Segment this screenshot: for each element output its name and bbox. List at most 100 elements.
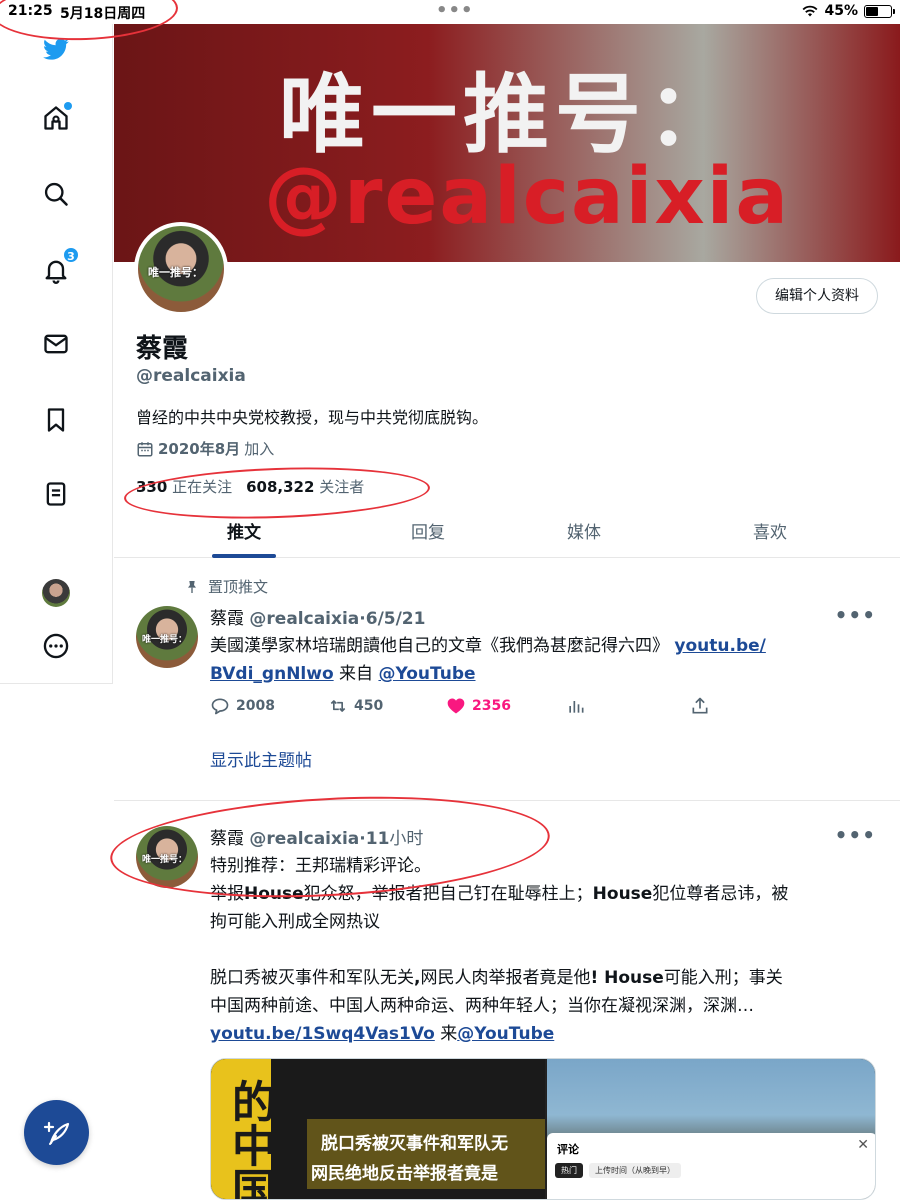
tweet-actions: 2008 450 2356 bbox=[210, 696, 730, 720]
avatar-overlay-text: 唯一推号： bbox=[148, 266, 203, 279]
notifications-badge: 3 bbox=[62, 246, 80, 264]
tab-tweets[interactable]: 推文 bbox=[198, 514, 290, 558]
battery-icon bbox=[864, 4, 895, 18]
tweet-more-icon[interactable]: ••• bbox=[835, 823, 876, 847]
multitask-dots-icon[interactable]: ••• bbox=[436, 0, 474, 21]
comments-title: 评论 bbox=[557, 1143, 579, 1156]
reply-count: 2008 bbox=[236, 698, 275, 714]
tab-replies[interactable]: 回复 bbox=[382, 514, 474, 558]
status-time: 21:25 bbox=[8, 3, 53, 19]
tweet-fragment: House bbox=[244, 884, 304, 904]
retweet-button[interactable]: 450 bbox=[328, 696, 383, 716]
thumbnail-headline-2: 网民绝地反击举报者竟是 bbox=[311, 1164, 498, 1184]
follow-stats: 330 正在关注 608,322 关注者 bbox=[136, 476, 364, 497]
tweet-fragment: 可能入刑；事关 bbox=[663, 968, 783, 988]
bookmark-icon[interactable] bbox=[40, 404, 72, 436]
mail-icon[interactable] bbox=[40, 328, 72, 360]
thumbnail-big-text: 的中国 bbox=[224, 1079, 275, 1200]
comments-sheet: 评论 ✕ 热门 上传时间（从晚到早） bbox=[547, 1133, 875, 1199]
tweet-mention-youtube[interactable]: @YouTube bbox=[457, 1024, 554, 1044]
reply-button[interactable]: 2008 bbox=[210, 696, 275, 716]
share-button[interactable] bbox=[690, 696, 710, 716]
list-icon[interactable] bbox=[40, 478, 72, 510]
profile-avatar[interactable]: 唯一推号： bbox=[134, 222, 228, 316]
status-bar: 21:25 5月18日周四 ••• 45% bbox=[0, 0, 900, 24]
feather-plus-icon bbox=[43, 1121, 69, 1145]
joined-suffix: 加入 bbox=[244, 440, 275, 458]
twitter-bird-icon[interactable] bbox=[40, 34, 72, 66]
followers-label: 关注者 bbox=[319, 478, 365, 496]
compose-tweet-button[interactable] bbox=[24, 1100, 89, 1165]
followers-link[interactable]: 608,322 关注者 bbox=[246, 476, 364, 497]
edit-profile-button[interactable]: 编辑个人资料 bbox=[756, 278, 878, 314]
tweet-link-youtube[interactable]: youtu.be/ bbox=[674, 636, 765, 656]
thumbnail-headline-1: 脱口秀被灭事件和军队无 bbox=[321, 1134, 508, 1154]
following-label: 正在关注 bbox=[172, 478, 233, 496]
tweet-from-label: 来 bbox=[440, 1024, 458, 1044]
tweet-link-youtube[interactable]: youtu.be/1Swq4Vas1Vo bbox=[210, 1024, 435, 1044]
tweet-avatar[interactable]: 唯一推号： bbox=[136, 606, 198, 668]
profile-avatar-nav[interactable] bbox=[42, 579, 70, 607]
comments-tab-newest: 上传时间（从晚到早） bbox=[589, 1163, 681, 1178]
tweet-header: 蔡霞 @realcaixia·11小时 bbox=[210, 824, 423, 849]
comments-tab-hot: 热门 bbox=[555, 1163, 583, 1178]
home-notification-dot bbox=[64, 102, 72, 110]
battery-percent: 45% bbox=[824, 3, 858, 19]
tweet-more-icon[interactable]: ••• bbox=[835, 603, 876, 627]
battery-level bbox=[866, 6, 878, 16]
pin-icon bbox=[188, 580, 196, 593]
tweet-fragment: 举报 bbox=[210, 884, 244, 904]
tweet-author-name[interactable]: 蔡霞 bbox=[210, 609, 244, 629]
video-thumbnail-right: 评论 ✕ 热门 上传时间（从晚到早） bbox=[547, 1059, 875, 1199]
like-count: 2356 bbox=[472, 698, 511, 714]
show-thread-link[interactable]: 显示此主题帖 bbox=[210, 746, 312, 771]
tweet-link-youtube-cont[interactable]: BVdi_gnNlwo bbox=[210, 664, 334, 684]
following-link[interactable]: 330 正在关注 bbox=[136, 476, 232, 497]
video-preview-card[interactable]: 的中国 脱口秀被灭事件和军队无 网民绝地反击举报者竟是 评论 ✕ 热门 上传时间… bbox=[210, 1058, 876, 1200]
profile-joined: 2020年8月 加入 bbox=[136, 438, 274, 459]
more-circle-icon[interactable] bbox=[40, 630, 72, 662]
tweet-mention-youtube[interactable]: @YouTube bbox=[378, 664, 475, 684]
tweet-line: 举报House犯众怒，举报者把自己钉在耻辱柱上；House犯位尊者忌讳，被 bbox=[210, 880, 880, 908]
tweet-line: 拘可能入刑成全网热议 bbox=[210, 912, 380, 932]
joined-date: 2020年8月 bbox=[158, 440, 241, 458]
like-button[interactable]: 2356 bbox=[446, 696, 511, 716]
search-icon[interactable] bbox=[40, 178, 72, 210]
tweet-author-handle[interactable]: @realcaixia bbox=[249, 609, 359, 629]
banner-text-line1: 唯一推号： bbox=[279, 65, 739, 165]
wifi-icon bbox=[803, 5, 818, 17]
profile-bio: 曾经的中共中央党校教授，现与中共党彻底脱钩。 bbox=[136, 408, 489, 427]
tweet-author-name[interactable]: 蔡霞 bbox=[210, 829, 244, 849]
tweet-text: 美國漢學家林培瑞朗讀他自己的文章《我們為甚麼記得六四》 youtu.be/ BV… bbox=[210, 632, 880, 688]
tweet-body: 美國漢學家林培瑞朗讀他自己的文章《我們為甚麼記得六四》 bbox=[210, 636, 669, 656]
tweet-header: 蔡霞 @realcaixia·6/5/21 bbox=[210, 604, 425, 629]
tweet-author-handle[interactable]: @realcaixia bbox=[249, 829, 359, 849]
tweet-fragment: ! House bbox=[590, 968, 664, 988]
status-date: 5月18日周四 bbox=[60, 6, 146, 22]
tab-media[interactable]: 媒体 bbox=[538, 514, 630, 558]
home-icon[interactable] bbox=[40, 102, 72, 134]
tweet-time-number[interactable]: 11 bbox=[366, 829, 390, 849]
tweet-from-label: 来自 bbox=[339, 664, 374, 684]
bell-icon[interactable]: 3 bbox=[40, 246, 80, 286]
profile-banner[interactable]: 唯一推号： @realcaixia bbox=[114, 24, 900, 262]
tweet-line: 脱口秀被灭事件和军队无关,网民人肉举报者竟是他! House可能入刑；事关 bbox=[210, 964, 880, 992]
analytics-icon bbox=[569, 701, 584, 713]
tweet-line: 特别推荐：王邦瑞精彩评论。 bbox=[210, 856, 431, 876]
banner-text-line2: @realcaixia bbox=[264, 152, 791, 242]
tweet-line: youtu.be/1Swq4Vas1Vo 来@YouTube bbox=[210, 1020, 880, 1048]
tweet-fragment: 犯位尊者忌讳，被 bbox=[652, 884, 789, 904]
tab-likes[interactable]: 喜欢 bbox=[724, 514, 816, 558]
tweet-time-unit[interactable]: 小时 bbox=[389, 829, 423, 849]
avatar-overlay-text: 唯一推号： bbox=[142, 635, 188, 645]
tweet-avatar[interactable]: 唯一推号： bbox=[136, 826, 198, 888]
active-tab-indicator bbox=[212, 554, 276, 558]
tweet-text: 特别推荐：王邦瑞精彩评论。 举报House犯众怒，举报者把自己钉在耻辱柱上；Ho… bbox=[210, 852, 880, 1048]
profile-display-name: 蔡霞 bbox=[136, 334, 189, 364]
analytics-button[interactable] bbox=[566, 696, 586, 716]
followers-count: 608,322 bbox=[246, 478, 315, 496]
tweet-date[interactable]: 6/5/21 bbox=[366, 609, 426, 629]
tweet-fragment: 网民人肉举报者竟是他 bbox=[420, 968, 591, 988]
tweet-fragment: 脱口秀被灭事件和军队无关 bbox=[210, 968, 414, 988]
